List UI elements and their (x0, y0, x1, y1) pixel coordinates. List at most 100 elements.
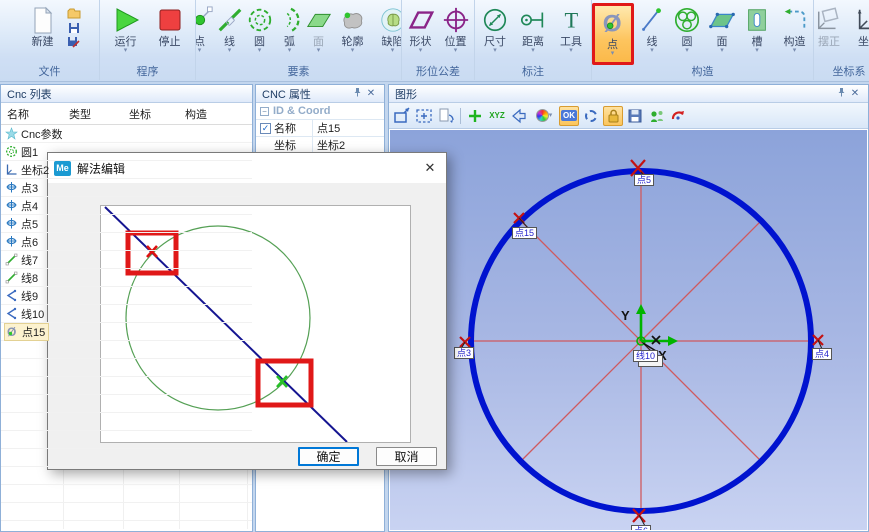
list-item-line8[interactable]: 线8 (1, 269, 252, 287)
cancel-button[interactable]: 取消 (376, 447, 437, 466)
ribbon-group-elements: 点▾ 线▾ 圆▾ 弧▾ (196, 0, 402, 80)
axis-icon (5, 163, 18, 176)
angle-line-icon (5, 289, 18, 302)
name-value[interactable]: 点15 (312, 120, 384, 136)
point-icon (5, 199, 18, 212)
element-arc-button[interactable]: 弧▾ (275, 3, 305, 54)
collapse-minus-icon[interactable]: − (260, 107, 269, 116)
align-button-disabled[interactable]: 摆正 (814, 3, 849, 48)
element-contour-icon (339, 3, 367, 36)
new-file-button[interactable]: 新建 (19, 3, 67, 48)
diameter-point-icon: Ø (6, 325, 19, 338)
feature-label-point5[interactable]: 点5 (634, 174, 654, 186)
save-icon[interactable] (67, 21, 81, 34)
circle-outline-icon[interactable] (581, 106, 601, 126)
position-tolerance-button[interactable]: 位置▾ (438, 3, 473, 54)
point-icon (5, 181, 18, 194)
construct-face-button[interactable]: 面▾ (706, 3, 739, 54)
save-view-icon[interactable] (625, 106, 645, 126)
run-button[interactable]: 运行 ▾ (104, 3, 148, 54)
list-item-point5[interactable]: 点5 (1, 215, 252, 233)
save-as-icon[interactable] (67, 35, 81, 48)
shape-tolerance-button[interactable]: 形状▾ (403, 3, 438, 54)
fit-view-icon[interactable] (414, 106, 434, 126)
circle-feature-icon (5, 145, 18, 158)
cnc-properties-title: CNC 属性 (262, 86, 311, 102)
empty-row (1, 503, 252, 521)
list-item-line7[interactable]: 线7 (1, 251, 252, 269)
list-item-line9[interactable]: 线9 (1, 287, 252, 305)
ok-button[interactable]: 确定 (298, 447, 359, 466)
list-item-point15-selected[interactable]: Ø 点15 (1, 323, 252, 341)
distance-button[interactable]: 距离▾ (514, 3, 552, 54)
construct-line-button[interactable]: 线▾ (636, 3, 669, 54)
element-face-button[interactable]: 面▾ (305, 3, 333, 54)
dimension-button[interactable]: 尺寸▾ (476, 3, 514, 54)
run-dropdown-caret[interactable]: ▾ (124, 48, 128, 54)
section-id-coord[interactable]: − ID & Coord (256, 103, 384, 119)
column-type[interactable]: 类型 (63, 106, 123, 122)
empty-row (1, 359, 252, 377)
empty-row (1, 377, 252, 395)
coord-button-clipped[interactable]: 坐标 (849, 3, 869, 48)
construct-corner-icon (781, 3, 809, 36)
tools-button[interactable]: T 工具▾ (552, 3, 590, 54)
name-checkbox-checked[interactable]: ✓ (260, 123, 271, 134)
dialog-close-icon[interactable]: ✕ (420, 158, 440, 178)
construct-generic-button[interactable]: 构造▾ (776, 3, 814, 54)
cnc-list-panel: Cnc 列表 名称 类型 坐标 构造 Cnc参数 圆1 坐标2 点3 点4 (0, 84, 253, 532)
color-wheel-icon[interactable]: ▾ (531, 106, 557, 126)
feature-label-point4[interactable]: 点4 (812, 348, 832, 360)
list-item-point4[interactable]: 点4 (1, 197, 252, 215)
pin-icon[interactable] (350, 87, 364, 100)
column-coord[interactable]: 坐标 (123, 106, 179, 122)
add-cross-icon[interactable] (465, 106, 485, 126)
list-item-point3[interactable]: 点3 (1, 179, 252, 197)
ribbon: 新建 文件 运行 (0, 0, 869, 82)
element-defect-button[interactable]: 缺陷▾ (373, 3, 403, 54)
close-icon[interactable]: ✕ (364, 88, 378, 99)
stop-button[interactable]: 停止 (148, 3, 192, 48)
graphics-viewport[interactable]: Y X 点5 点15 点3 点4 线10 线10 点6 (390, 130, 867, 530)
rotate-view-icon[interactable] (669, 106, 689, 126)
lock-icon[interactable] (603, 106, 623, 126)
list-item-line10[interactable]: 线10 (1, 305, 252, 323)
construct-circle-button[interactable]: 圆▾ (671, 3, 704, 54)
shape-parallelogram-icon (407, 3, 435, 36)
feature-label-point3[interactable]: 点3 (454, 347, 474, 359)
feature-label-line10[interactable]: 线10 (633, 350, 658, 362)
cnc-list-header: Cnc 列表 (1, 85, 252, 103)
view-flip-icon[interactable] (436, 106, 456, 126)
list-item-coord2[interactable]: 坐标2 (1, 161, 252, 179)
close-icon[interactable]: ✕ (848, 88, 862, 99)
points-cloud-icon[interactable] (647, 106, 667, 126)
pin-icon[interactable] (834, 87, 848, 100)
xyz-coords-icon[interactable]: XYZ (487, 106, 507, 126)
construct-slot-button[interactable]: 槽▾ (741, 3, 774, 54)
column-name[interactable]: 名称 (1, 106, 63, 122)
name-label: 名称 (274, 120, 296, 136)
list-item-cnc-params[interactable]: Cnc参数 (1, 125, 252, 143)
open-folder-icon[interactable] (67, 7, 81, 20)
list-item-point6[interactable]: 点6 (1, 233, 252, 251)
element-contour-button[interactable]: 轮廓▾ (333, 3, 373, 54)
element-point-button[interactable]: 点▾ (196, 3, 215, 54)
group-label-coordsys: 坐标系 (814, 63, 869, 79)
coord-value[interactable]: 坐标2 (312, 137, 384, 153)
group-label-construction: 构造 (592, 63, 813, 79)
ribbon-group-tolerance: 形状▾ 位置▾ 形位公差 (402, 0, 475, 80)
ribbon-group-construction: Ø 点▾ 线▾ 圆▾ 面▾ (592, 0, 814, 80)
selected-row-highlight: Ø 点15 (5, 324, 48, 340)
element-line-button[interactable]: 线▾ (215, 3, 245, 54)
ok-confirm-icon[interactable]: OK (559, 106, 579, 126)
list-item-circle1[interactable]: 圆1 (1, 143, 252, 161)
feature-label-point15[interactable]: 点15 (512, 227, 537, 239)
svg-text:Ø: Ø (7, 325, 16, 338)
stop-icon (155, 3, 185, 36)
construct-point-button-highlighted[interactable]: Ø 点▾ (592, 3, 634, 65)
feature-label-point6-clipped[interactable]: 点6 (631, 525, 651, 530)
column-construct[interactable]: 构造 (179, 106, 234, 122)
element-circle-button[interactable]: 圆▾ (245, 3, 275, 54)
back-arrow-icon[interactable] (509, 106, 529, 126)
zoom-window-icon[interactable] (392, 106, 412, 126)
